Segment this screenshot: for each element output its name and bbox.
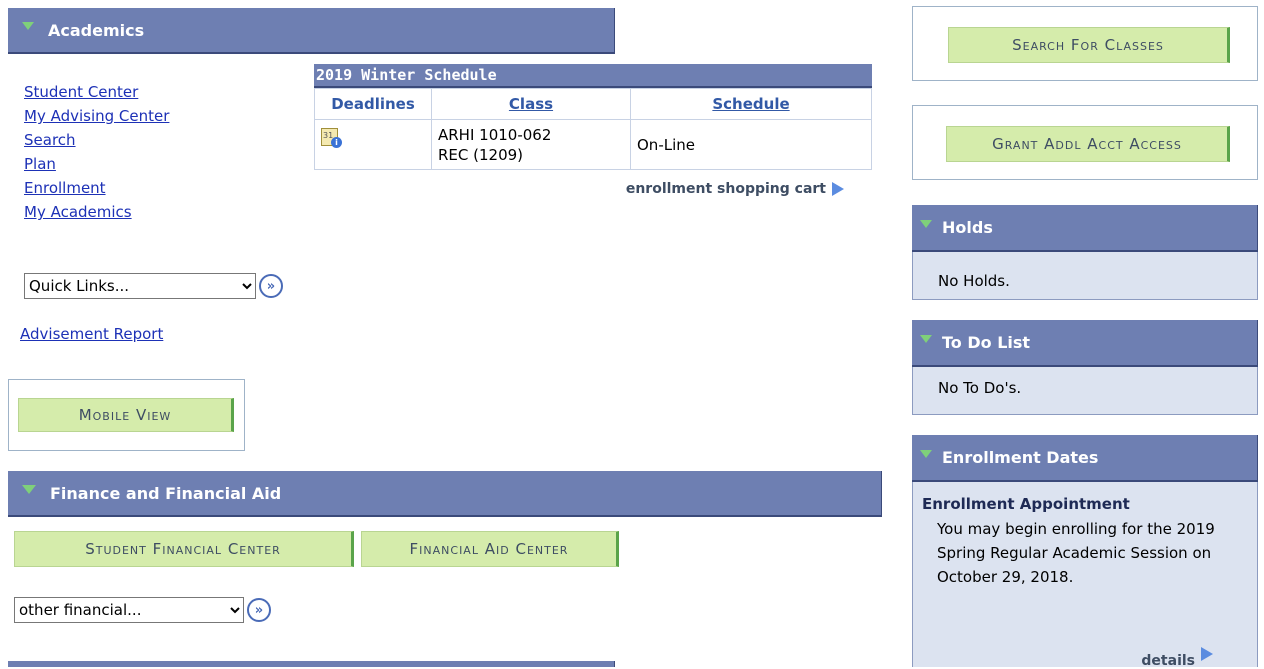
cart-link-row: enrollment shopping cart: [314, 178, 872, 197]
grant-addl-acct-access-button[interactable]: Grant Addl Acct Access: [946, 126, 1230, 162]
finance-header-title: Finance and Financial Aid: [50, 483, 282, 503]
search-for-classes-button[interactable]: Search For Classes: [948, 27, 1230, 63]
sort-class-link[interactable]: Class: [509, 95, 553, 113]
deadline-cell: 31 i: [314, 119, 432, 170]
enrollment-appointment-title: Enrollment Appointment: [922, 495, 1130, 513]
nav-my-advising-center[interactable]: My Advising Center: [24, 104, 284, 128]
nav-student-center[interactable]: Student Center: [24, 80, 284, 104]
quick-links-row: Quick Links... »: [24, 273, 283, 299]
winter-schedule: 2019 Winter Schedule Deadlines Class Sch…: [314, 64, 872, 197]
quick-links-select[interactable]: Quick Links...: [24, 273, 256, 299]
holds-text: No Holds.: [938, 272, 1010, 290]
mobile-view-box: Mobile View: [8, 379, 245, 451]
other-financial-go-icon[interactable]: »: [247, 598, 271, 622]
financial-aid-center-button[interactable]: Financial Aid Center: [361, 531, 619, 567]
collapse-triangle-icon[interactable]: [920, 219, 932, 228]
schedule-header-row: Deadlines Class Schedule: [314, 88, 872, 120]
arrow-right-icon[interactable]: [1201, 647, 1213, 661]
advisement-report-link[interactable]: Advisement Report: [20, 325, 163, 343]
enrollment-dates-header-title: Enrollment Dates: [942, 448, 1099, 467]
holds-header[interactable]: Holds: [912, 205, 1258, 252]
schedule-title: 2019 Winter Schedule: [314, 64, 872, 88]
enrollment-shopping-cart-link[interactable]: enrollment shopping cart: [626, 181, 826, 197]
todo-text: No To Do's.: [938, 379, 1022, 397]
enrollment-appointment-text: You may begin enrolling for the 2019 Spr…: [937, 520, 1215, 586]
grant-access-box: Grant Addl Acct Access: [912, 105, 1258, 180]
search-classes-box: Search For Classes: [912, 6, 1258, 81]
class-code: ARHI 1010-062: [438, 125, 552, 144]
schedule-table: Deadlines Class Schedule 31 i ARHI 1010-…: [314, 88, 872, 170]
col-deadlines: Deadlines: [314, 88, 432, 120]
collapse-triangle-icon[interactable]: [920, 449, 932, 458]
academics-header[interactable]: Academics: [8, 8, 615, 54]
col-class[interactable]: Class: [431, 88, 631, 120]
collapse-triangle-icon[interactable]: [920, 334, 932, 343]
class-section: REC (1209): [438, 145, 524, 164]
student-financial-center-button[interactable]: Student Financial Center: [14, 531, 354, 567]
other-financial-select[interactable]: other financial...: [14, 597, 244, 623]
collapse-triangle-icon[interactable]: [22, 484, 36, 494]
academics-header-title: Academics: [48, 20, 145, 40]
details-link-row: details: [1141, 647, 1213, 669]
todo-header[interactable]: To Do List: [912, 320, 1258, 367]
table-row: 31 i ARHI 1010-062 REC (1209) On-Line: [314, 119, 872, 170]
holds-header-title: Holds: [942, 218, 993, 237]
nav-enrollment[interactable]: Enrollment: [24, 176, 284, 200]
calendar-deadline-icon[interactable]: 31 i: [321, 128, 343, 148]
nav-search[interactable]: Search: [24, 128, 284, 152]
collapse-triangle-icon[interactable]: [22, 22, 34, 30]
todo-panel: No To Do's.: [912, 367, 1258, 415]
enrollment-dates-header[interactable]: Enrollment Dates: [912, 435, 1258, 482]
sort-schedule-link[interactable]: Schedule: [712, 95, 789, 113]
quick-links-go-icon[interactable]: »: [259, 274, 283, 298]
academics-nav: Student Center My Advising Center Search…: [24, 80, 284, 224]
other-financial-row: other financial... »: [14, 597, 271, 623]
nav-plan[interactable]: Plan: [24, 152, 284, 176]
enrollment-dates-panel: Enrollment Appointment You may begin enr…: [912, 482, 1258, 669]
next-section-header[interactable]: [8, 661, 615, 667]
schedule-cell: On-Line: [630, 119, 872, 170]
col-schedule[interactable]: Schedule: [630, 88, 872, 120]
holds-panel: No Holds.: [912, 252, 1258, 300]
mobile-view-button[interactable]: Mobile View: [18, 398, 234, 432]
arrow-right-icon[interactable]: [832, 181, 844, 196]
nav-my-academics[interactable]: My Academics: [24, 200, 284, 224]
class-cell: ARHI 1010-062 REC (1209): [431, 119, 631, 170]
finance-header[interactable]: Finance and Financial Aid: [8, 471, 882, 517]
todo-header-title: To Do List: [942, 333, 1031, 352]
